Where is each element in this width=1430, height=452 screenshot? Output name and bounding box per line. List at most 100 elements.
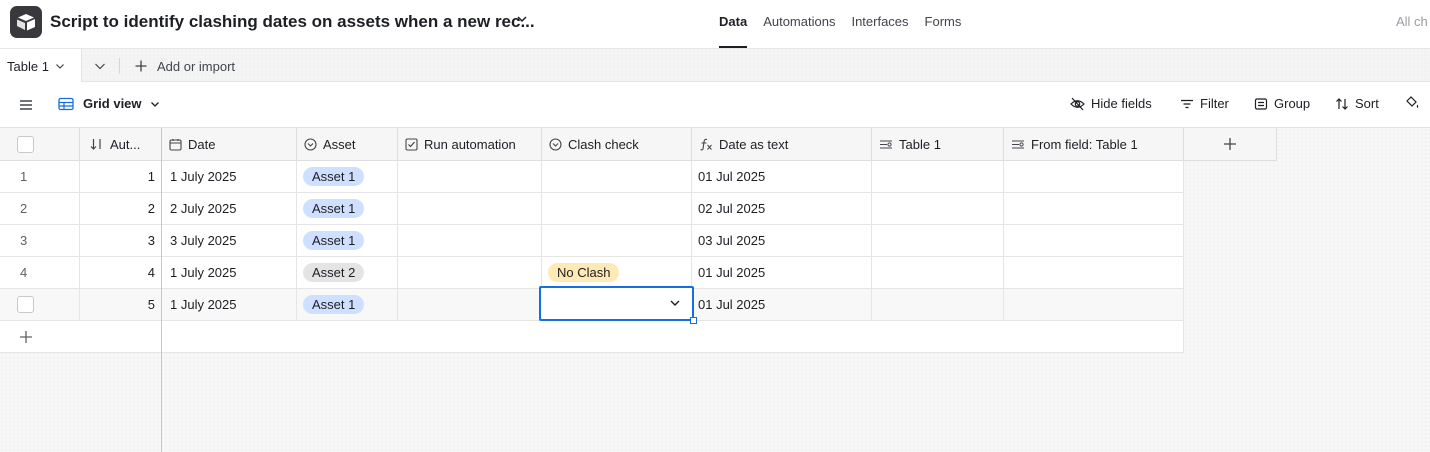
cell-aut[interactable]: 2 <box>80 193 162 225</box>
select-all-checkbox[interactable] <box>17 135 34 153</box>
column-header-asset[interactable]: Asset <box>297 128 398 161</box>
cell-aut[interactable]: 5 <box>80 289 162 321</box>
row-number: 3 <box>20 233 28 248</box>
cell-ff[interactable] <box>1004 193 1184 225</box>
single-select-icon <box>304 137 317 151</box>
fill-handle[interactable] <box>690 317 697 324</box>
tab-forms[interactable]: Forms <box>925 0 962 48</box>
column-header-autonumber[interactable]: Aut... <box>80 128 162 161</box>
column-header-date-as-text[interactable]: Date as text <box>692 128 872 161</box>
cell-asset[interactable]: Asset 1 <box>297 289 398 321</box>
hamburger-menu-icon[interactable] <box>18 98 34 112</box>
cell-text: 1 July 2025 <box>170 265 237 280</box>
cell-aut[interactable]: 3 <box>80 225 162 257</box>
clash-check-select-cell-active[interactable] <box>539 286 697 324</box>
cell-n[interactable]: 4 <box>0 257 80 289</box>
filter-button[interactable]: Filter <box>1180 96 1229 111</box>
cell-n[interactable]: 3 <box>0 225 80 257</box>
group-button[interactable]: Group <box>1254 96 1310 111</box>
view-switcher[interactable]: Grid view <box>58 96 160 111</box>
all-changes-saved-text: All ch <box>1396 14 1428 29</box>
cell-text: 3 <box>147 233 155 248</box>
cell-date_text[interactable]: 01 Jul 2025 <box>692 257 872 289</box>
cell-ff[interactable] <box>1004 225 1184 257</box>
cell-run[interactable] <box>398 225 542 257</box>
cell-date_text[interactable]: 01 Jul 2025 <box>692 289 872 321</box>
column-header-date[interactable]: Date <box>162 128 297 161</box>
sort-button[interactable]: Sort <box>1335 96 1379 111</box>
cell-asset[interactable]: Asset 1 <box>297 193 398 225</box>
cell-clash[interactable] <box>542 193 692 225</box>
cell-ff[interactable] <box>1004 289 1184 321</box>
cell-t1[interactable] <box>872 225 1004 257</box>
checkbox-field-icon <box>405 137 418 151</box>
cell-ff[interactable] <box>1004 257 1184 289</box>
cell-n[interactable]: 1 <box>0 161 80 193</box>
add-or-import-button[interactable]: Add or import <box>134 49 235 83</box>
column-header-label: Asset <box>323 136 356 152</box>
airtable-logo-icon[interactable] <box>10 6 42 38</box>
cell-t1[interactable] <box>872 289 1004 321</box>
tab-interfaces[interactable]: Interfaces <box>851 0 908 48</box>
column-header-label: Clash check <box>568 136 639 152</box>
plus-icon <box>20 330 32 343</box>
add-field-button[interactable] <box>1184 128 1277 161</box>
color-button[interactable] <box>1404 96 1426 110</box>
add-record-button[interactable] <box>0 321 162 353</box>
add-or-import-label: Add or import <box>157 58 236 74</box>
cell-aut[interactable]: 1 <box>80 161 162 193</box>
cell-date_text[interactable]: 02 Jul 2025 <box>692 193 872 225</box>
calendar-icon <box>169 138 182 151</box>
row-checkbox[interactable] <box>17 296 34 313</box>
hide-fields-label: Hide fields <box>1091 96 1152 111</box>
cell-n[interactable] <box>0 289 80 321</box>
column-header-clash-check[interactable]: Clash check <box>542 128 692 161</box>
cell-date_text[interactable]: 01 Jul 2025 <box>692 161 872 193</box>
tab-automations[interactable]: Automations <box>763 0 835 48</box>
group-icon <box>1254 97 1268 110</box>
cell-text: 1 <box>147 169 155 184</box>
cell-run[interactable] <box>398 257 542 289</box>
cell-date[interactable]: 2 July 2025 <box>162 193 297 225</box>
asset-pill: Asset 2 <box>303 263 365 282</box>
hide-fields-button[interactable]: Hide fields <box>1070 96 1152 111</box>
cell-run[interactable] <box>398 193 542 225</box>
cell-text: 1 July 2025 <box>170 297 237 312</box>
cell-asset[interactable]: Asset 2 <box>297 257 398 289</box>
cell-asset[interactable]: Asset 1 <box>297 161 398 193</box>
base-title[interactable]: Script to identify clashing dates on ass… <box>50 12 535 32</box>
cell-run[interactable] <box>398 289 542 321</box>
cell-text: 01 Jul 2025 <box>698 169 766 184</box>
view-name: Grid view <box>83 96 142 111</box>
all-tables-chevron-icon[interactable] <box>88 58 112 74</box>
cell-clash[interactable] <box>542 225 692 257</box>
cell-clash[interactable]: No Clash <box>542 257 692 289</box>
cell-date[interactable]: 1 July 2025 <box>162 257 297 289</box>
cell-clash[interactable] <box>542 161 692 193</box>
cell-t1[interactable] <box>872 193 1004 225</box>
column-header-from-field[interactable]: From field: Table 1 <box>1004 128 1184 161</box>
cell-date[interactable]: 1 July 2025 <box>162 161 297 193</box>
chevron-down-icon[interactable] <box>669 297 681 309</box>
cell-date_text[interactable]: 03 Jul 2025 <box>692 225 872 257</box>
column-header-table-1[interactable]: Table 1 <box>872 128 1004 161</box>
column-header-run-automation[interactable]: Run automation <box>398 128 542 161</box>
chevron-down-icon[interactable] <box>516 13 528 25</box>
add-record-row[interactable] <box>162 321 1184 353</box>
cell-asset[interactable]: Asset 1 <box>297 225 398 257</box>
table-tab-active[interactable]: Table 1 <box>0 49 82 83</box>
cell-aut[interactable]: 4 <box>80 257 162 289</box>
cell-ff[interactable] <box>1004 161 1184 193</box>
cell-text: 3 July 2025 <box>170 233 237 248</box>
cell-t1[interactable] <box>872 161 1004 193</box>
select-all-header[interactable] <box>0 128 80 161</box>
cell-date[interactable]: 3 July 2025 <box>162 225 297 257</box>
cell-text: 2 <box>147 201 155 216</box>
cell-text: 03 Jul 2025 <box>698 233 766 248</box>
tab-data[interactable]: Data <box>719 0 748 48</box>
column-header-label: Aut... <box>110 136 141 152</box>
cell-date[interactable]: 1 July 2025 <box>162 289 297 321</box>
cell-t1[interactable] <box>872 257 1004 289</box>
cell-run[interactable] <box>398 161 542 193</box>
cell-n[interactable]: 2 <box>0 193 80 225</box>
